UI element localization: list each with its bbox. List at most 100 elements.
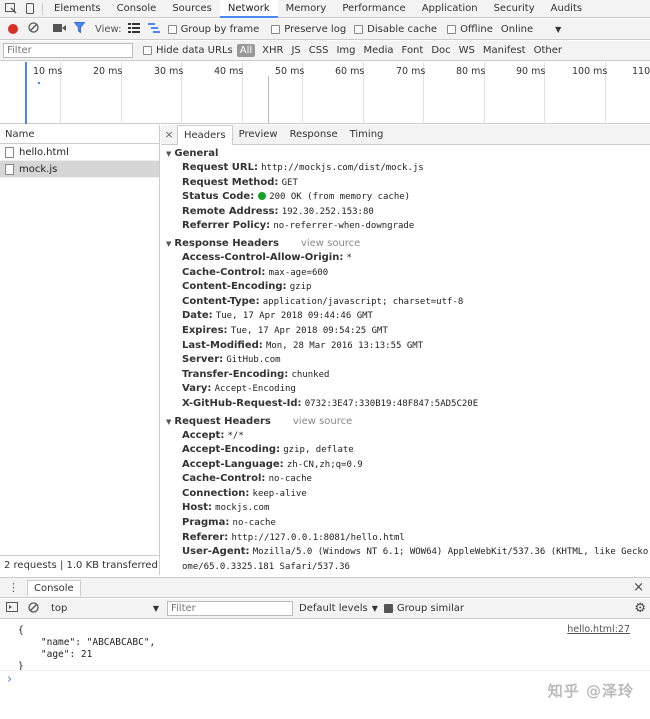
hide-data-urls-label: Hide data URLs	[156, 45, 233, 56]
header-value: 192.30.252.153:80	[281, 206, 374, 217]
timeline-overview[interactable]: 10 ms 20 ms 30 ms 40 ms 50 ms 60 ms 70 m…	[0, 62, 650, 124]
header-row: Expires: Tue, 17 Apr 2018 09:54:25 GMT	[166, 324, 650, 339]
header-value: keep-alive	[252, 488, 307, 499]
section-title: General	[174, 148, 219, 159]
tab-console[interactable]: Console	[109, 0, 165, 18]
tab-security[interactable]: Security	[486, 0, 543, 18]
tab-memory[interactable]: Memory	[278, 0, 335, 18]
general-section-header[interactable]: ▼ General	[166, 147, 650, 161]
clear-icon[interactable]	[28, 22, 39, 36]
filter-type-font[interactable]: Font	[398, 45, 428, 56]
header-value: 0732:3E47:330B19:48F847:5AD5C20E	[304, 398, 479, 409]
console-output-line: {	[18, 625, 24, 636]
view-source-link[interactable]: view source	[301, 237, 360, 251]
chevron-down-icon: ▼	[371, 604, 378, 613]
header-value: gzip	[289, 282, 312, 293]
header-key: Accept-Language:	[182, 458, 284, 470]
hide-data-urls-toggle[interactable]: Hide data URLs	[143, 45, 237, 56]
filter-type-other[interactable]: Other	[530, 45, 566, 56]
waterfall-overview-icon[interactable]	[147, 22, 160, 36]
close-drawer-icon[interactable]: ×	[633, 580, 644, 595]
header-row: Content-Type: application/javascript; ch…	[166, 295, 650, 310]
capture-screenshots-icon[interactable]	[53, 23, 66, 36]
console-object-output[interactable]: { "name": "ABCABCABC", "age": 21 }	[18, 625, 155, 673]
filter-type-img[interactable]: Img	[332, 45, 359, 56]
header-value: ome/65.0.3325.181 Safari/537.36	[182, 561, 350, 572]
request-name: mock.js	[19, 163, 58, 175]
group-by-frame-checkbox[interactable]	[167, 24, 177, 34]
header-row: Connection: keep-alive	[166, 487, 650, 502]
tab-performance[interactable]: Performance	[334, 0, 413, 18]
header-row: Transfer-Encoding: chunked	[166, 368, 650, 383]
large-rows-icon[interactable]	[127, 22, 140, 36]
group-by-frame-toggle[interactable]: Group by frame	[167, 24, 259, 35]
header-key: Content-Encoding:	[182, 281, 287, 293]
tab-timing[interactable]: Timing	[344, 125, 390, 145]
group-similar-toggle[interactable]: Group similar	[383, 603, 464, 614]
tab-audits[interactable]: Audits	[543, 0, 590, 18]
filter-type-manifest[interactable]: Manifest	[479, 45, 530, 56]
tab-headers[interactable]: Headers	[177, 125, 233, 145]
more-tools-icon[interactable]: ⋮	[8, 582, 19, 593]
preserve-log-checkbox[interactable]	[271, 24, 281, 34]
header-key: Last-Modified:	[182, 339, 263, 351]
request-row-hello-html[interactable]: hello.html	[0, 144, 159, 161]
column-header-name[interactable]: Name	[0, 125, 159, 144]
group-similar-checkbox[interactable]	[383, 604, 393, 613]
tab-application[interactable]: Application	[414, 0, 486, 18]
close-icon[interactable]: ×	[161, 128, 177, 141]
console-settings-gear-icon[interactable]: ⚙	[634, 601, 646, 616]
tab-preview[interactable]: Preview	[233, 125, 284, 145]
view-source-link[interactable]: view source	[293, 415, 352, 429]
header-row-continued: ome/65.0.3325.181 Safari/537.36	[166, 560, 650, 575]
header-row: Cache-Control: no-cache	[166, 472, 650, 487]
device-toolbar-icon[interactable]	[24, 3, 36, 14]
filter-type-xhr[interactable]: XHR	[258, 45, 287, 56]
clear-console-icon[interactable]	[28, 601, 39, 616]
tab-elements[interactable]: Elements	[46, 0, 109, 18]
filter-type-doc[interactable]: Doc	[427, 45, 454, 56]
preserve-log-toggle[interactable]: Preserve log	[271, 24, 346, 35]
filter-icon[interactable]	[73, 22, 86, 36]
filter-type-media[interactable]: Media	[360, 45, 398, 56]
disable-cache-checkbox[interactable]	[354, 24, 364, 34]
context-select[interactable]: top ▼	[51, 603, 159, 614]
offline-checkbox[interactable]	[447, 24, 457, 34]
header-row: Last-Modified: Mon, 28 Mar 2016 13:13:55…	[166, 339, 650, 354]
header-row: Host: mockjs.com	[166, 501, 650, 516]
header-value: no-referrer-when-downgrade	[273, 221, 415, 232]
request-row-mock-js[interactable]: mock.js	[0, 161, 159, 178]
throttling-select[interactable]: Online ▼	[501, 24, 561, 35]
request-headers-header[interactable]: ▼ Request Headers view source	[166, 415, 650, 429]
header-key: Expires:	[182, 324, 228, 336]
timeline-load-marker	[268, 76, 269, 124]
filter-type-js[interactable]: JS	[287, 45, 304, 56]
header-key: Accept-Encoding:	[182, 444, 281, 456]
chevron-down-icon: ▼	[555, 24, 562, 34]
show-sidebar-icon[interactable]	[6, 602, 18, 615]
console-output[interactable]: { "name": "ABCABCABC", "age": 21 } hello…	[0, 620, 650, 719]
filter-type-ws[interactable]: WS	[455, 45, 479, 56]
disable-cache-toggle[interactable]: Disable cache	[354, 24, 437, 35]
header-key: Host:	[182, 502, 212, 514]
divider	[42, 2, 43, 15]
filter-type-all[interactable]: All	[236, 44, 256, 57]
record-icon[interactable]	[8, 24, 18, 34]
request-headers-section: ▼ Request Headers view source Accept: */…	[161, 415, 650, 575]
filter-input[interactable]	[3, 43, 133, 58]
console-prompt-icon[interactable]: ›	[7, 672, 12, 687]
tab-console-drawer[interactable]: Console	[27, 579, 81, 596]
tab-sources[interactable]: Sources	[164, 0, 220, 18]
tab-response[interactable]: Response	[284, 125, 344, 145]
header-row: Content-Encoding: gzip	[166, 280, 650, 295]
filter-type-css[interactable]: CSS	[305, 45, 333, 56]
console-source-link[interactable]: hello.html:27	[567, 624, 630, 635]
hide-data-urls-checkbox[interactable]	[143, 46, 152, 55]
log-levels-select[interactable]: Default levels ▼	[299, 603, 378, 614]
offline-toggle[interactable]: Offline	[447, 24, 493, 35]
inspect-element-icon[interactable]	[5, 3, 17, 14]
console-filter-input[interactable]	[167, 601, 293, 616]
tab-network[interactable]: Network	[219, 0, 278, 18]
response-headers-header[interactable]: ▼ Response Headers view source	[166, 237, 650, 251]
header-value: *	[346, 252, 352, 263]
